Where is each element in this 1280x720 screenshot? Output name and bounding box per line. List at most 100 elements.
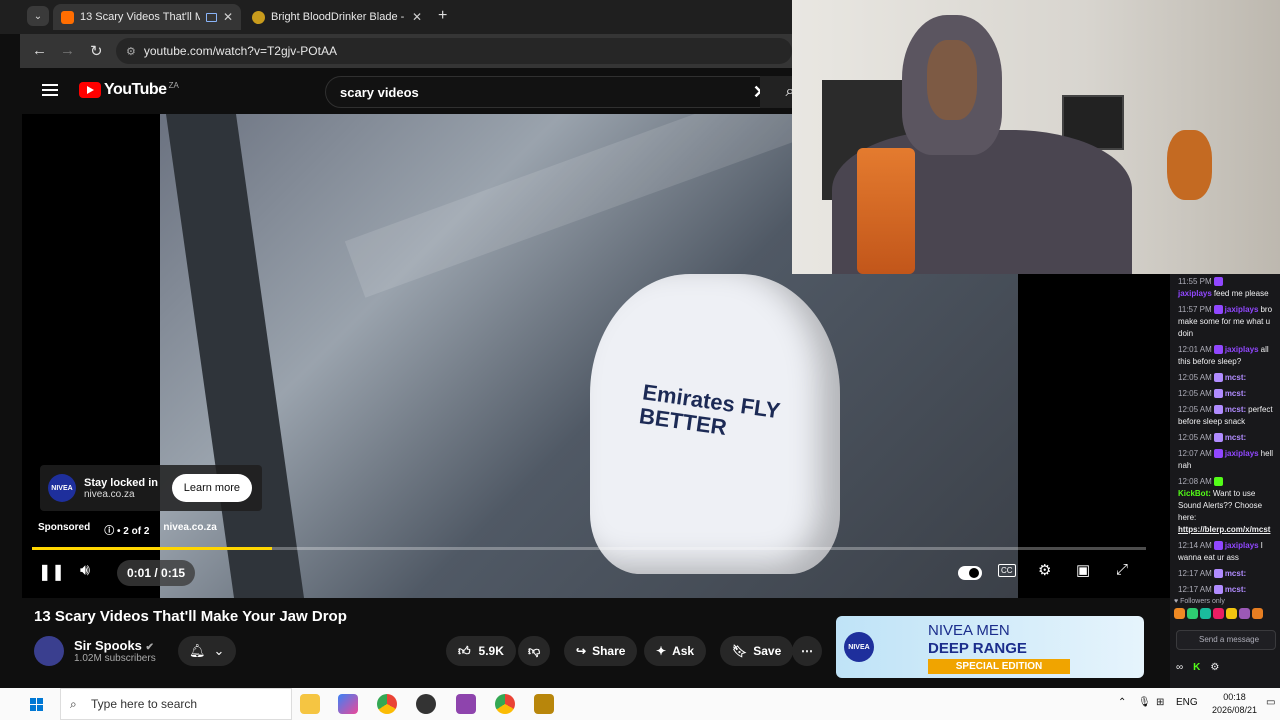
- share-label: Share: [592, 644, 626, 658]
- tab-search-button[interactable]: ⌄: [27, 6, 49, 26]
- chat-timestamp: 12:08 AM: [1178, 477, 1212, 486]
- ad-count: • 2 of 2: [117, 526, 150, 537]
- ad-info-icon[interactable]: ⓘ • 2 of 2: [104, 522, 149, 537]
- settings-icon[interactable]: ⚙: [1038, 561, 1051, 579]
- obs-icon[interactable]: [416, 694, 436, 714]
- chat-message: 11:57 PM jaxiplays bro make some for me wh…: [1170, 302, 1280, 342]
- captions-icon[interactable]: CC: [998, 564, 1016, 577]
- windows-taskbar: ⌕ Type here to search ⌃ 🎙︎ ⊞ ENG 00:18 2…: [0, 688, 1280, 720]
- language-indicator[interactable]: ENG: [1176, 697, 1198, 708]
- webcam-overlay: [792, 0, 1280, 274]
- shirt-print: Emirates FLY BETTER: [637, 379, 782, 441]
- microphone-icon[interactable]: 🎙︎: [1138, 697, 1151, 708]
- chrome-profile-icon[interactable]: [495, 694, 515, 714]
- learn-more-button[interactable]: Learn more: [171, 474, 252, 502]
- notification-icon[interactable]: ▭: [1266, 697, 1275, 708]
- fullscreen-icon[interactable]: ⤢: [1116, 561, 1128, 578]
- pause-icon[interactable]: ❚❚: [38, 562, 65, 582]
- like-count: 5.9K: [478, 644, 504, 658]
- ad-domain: nivea.co.za: [84, 488, 135, 500]
- ad-overlay-card[interactable]: NIVEA Stay locked in nivea.co.za Learn m…: [40, 465, 262, 511]
- url-text: youtube.com/watch?v=T2gjv-POtAA: [143, 44, 337, 58]
- chat-username[interactable]: mcst:: [1225, 585, 1246, 594]
- chat-toolbar: ∞ K ⚙: [1176, 662, 1219, 674]
- chat-username[interactable]: jaxiplays: [1225, 541, 1259, 550]
- tab-blade[interactable]: Bright BloodDrinker Blade - AC ✕: [244, 4, 430, 30]
- more-actions-button[interactable]: ⋯: [792, 636, 822, 666]
- channel-avatar[interactable]: [34, 636, 64, 666]
- miniplayer-icon[interactable]: ▣: [1076, 561, 1090, 579]
- channel-name[interactable]: Sir Spooks ✔: [74, 638, 156, 653]
- forward-icon[interactable]: →: [60, 42, 75, 59]
- search-input[interactable]: scary videos ✕: [325, 76, 795, 108]
- chat-settings-icon[interactable]: ⚙: [1210, 662, 1219, 674]
- youtube-header: YouTube ZA scary videos ✕ ⌕: [20, 68, 820, 114]
- windows-start-icon[interactable]: [30, 698, 43, 711]
- file-explorer-icon[interactable]: [300, 694, 320, 714]
- chat-timestamp: 12:05 AM: [1178, 373, 1212, 382]
- emote-row[interactable]: [1174, 608, 1263, 619]
- taskbar-search-placeholder: Type here to search: [91, 697, 198, 711]
- tray-chevron-icon[interactable]: ⌃: [1118, 697, 1126, 708]
- screen: ⌄ 13 Scary Videos That'll Mak ✕ Bright B…: [0, 0, 1280, 720]
- ask-button[interactable]: ✦ Ask: [644, 636, 707, 666]
- nivea-banner-logo: NIVEA: [844, 632, 874, 662]
- save-button[interactable]: 🔖︎ Save: [720, 636, 794, 666]
- ad-text: Stay locked in nivea.co.za: [84, 477, 172, 500]
- chat-timestamp: 11:55 PM: [1178, 277, 1212, 286]
- progress-bar[interactable]: [32, 547, 1146, 550]
- tab-title: 13 Scary Videos That'll Mak: [80, 11, 200, 23]
- chat-timestamp: 12:05 AM: [1178, 405, 1212, 414]
- close-tab-icon[interactable]: ✕: [412, 10, 422, 24]
- capture-icon[interactable]: [456, 694, 476, 714]
- followers-only-label: ♥ Followers only: [1174, 598, 1225, 605]
- tab-youtube[interactable]: 13 Scary Videos That'll Mak ✕: [53, 4, 241, 30]
- volume-icon[interactable]: 🔊︎: [80, 562, 90, 580]
- chat-username[interactable]: mcst:: [1225, 569, 1246, 578]
- menu-icon[interactable]: [42, 84, 58, 96]
- chat-username[interactable]: mcst:: [1225, 373, 1246, 382]
- user-badge-icon: [1213, 449, 1223, 459]
- network-icon[interactable]: ⊞: [1156, 697, 1164, 708]
- taskbar-search[interactable]: ⌕ Type here to search: [60, 688, 292, 720]
- new-tab-button[interactable]: +: [438, 7, 447, 25]
- chat-username[interactable]: KickBot:: [1178, 489, 1211, 498]
- chat-username[interactable]: jaxiplays: [1178, 289, 1212, 298]
- webcam-person-face: [927, 40, 977, 120]
- share-button[interactable]: ↪ Share: [564, 636, 638, 666]
- autoplay-toggle[interactable]: [958, 566, 982, 580]
- chat-username[interactable]: jaxiplays: [1225, 449, 1259, 458]
- save-label: Save: [753, 644, 782, 658]
- chat-username[interactable]: mcst:: [1225, 389, 1246, 398]
- browser-tab-strip: ⌄ 13 Scary Videos That'll Mak ✕ Bright B…: [0, 0, 792, 34]
- address-bar[interactable]: ⚙ youtube.com/watch?v=T2gjv-POtAA: [116, 38, 792, 64]
- close-tab-icon[interactable]: ✕: [223, 10, 233, 24]
- nivea-banner-ad[interactable]: NIVEA NIVEA MEN DEEP RANGE SPECIAL EDITI…: [836, 616, 1144, 678]
- user-badge-icon: [1213, 277, 1223, 287]
- sponsored-domain[interactable]: nivea.co.za: [163, 522, 216, 537]
- chat-username[interactable]: mcst:: [1225, 405, 1246, 414]
- site-info-icon[interactable]: ⚙: [126, 45, 136, 58]
- copilot-icon[interactable]: [338, 694, 358, 714]
- user-badge-icon: [1213, 345, 1223, 355]
- kick-icon[interactable]: K: [1193, 662, 1200, 674]
- chat-username[interactable]: jaxiplays: [1225, 305, 1259, 314]
- points-icon[interactable]: ∞: [1176, 662, 1183, 674]
- chevron-down-icon: ⌄: [213, 643, 225, 658]
- game-icon[interactable]: [534, 694, 554, 714]
- back-icon[interactable]: ←: [32, 42, 47, 59]
- youtube-logo[interactable]: YouTube ZA: [79, 81, 179, 99]
- chat-link[interactable]: https://blerp.com/x/mcst: [1178, 525, 1270, 534]
- reload-icon[interactable]: ↻: [90, 42, 103, 60]
- notification-bell-button[interactable]: 🔔︎ ⌄: [177, 636, 236, 666]
- like-button[interactable]: 👍︎ 5.9K: [446, 636, 516, 666]
- dislike-button[interactable]: 👎︎: [518, 636, 551, 666]
- send-message-input[interactable]: Send a message: [1176, 630, 1276, 650]
- chrome-icon[interactable]: [377, 694, 397, 714]
- chat-username[interactable]: mcst:: [1225, 433, 1246, 442]
- ad-title: Stay locked in: [84, 476, 158, 489]
- system-clock[interactable]: 00:18 2026/08/21: [1212, 691, 1257, 717]
- banner-line2: DEEP RANGE: [928, 640, 1027, 657]
- chat-username[interactable]: jaxiplays: [1225, 345, 1259, 354]
- search-icon: ⌕: [70, 696, 77, 711]
